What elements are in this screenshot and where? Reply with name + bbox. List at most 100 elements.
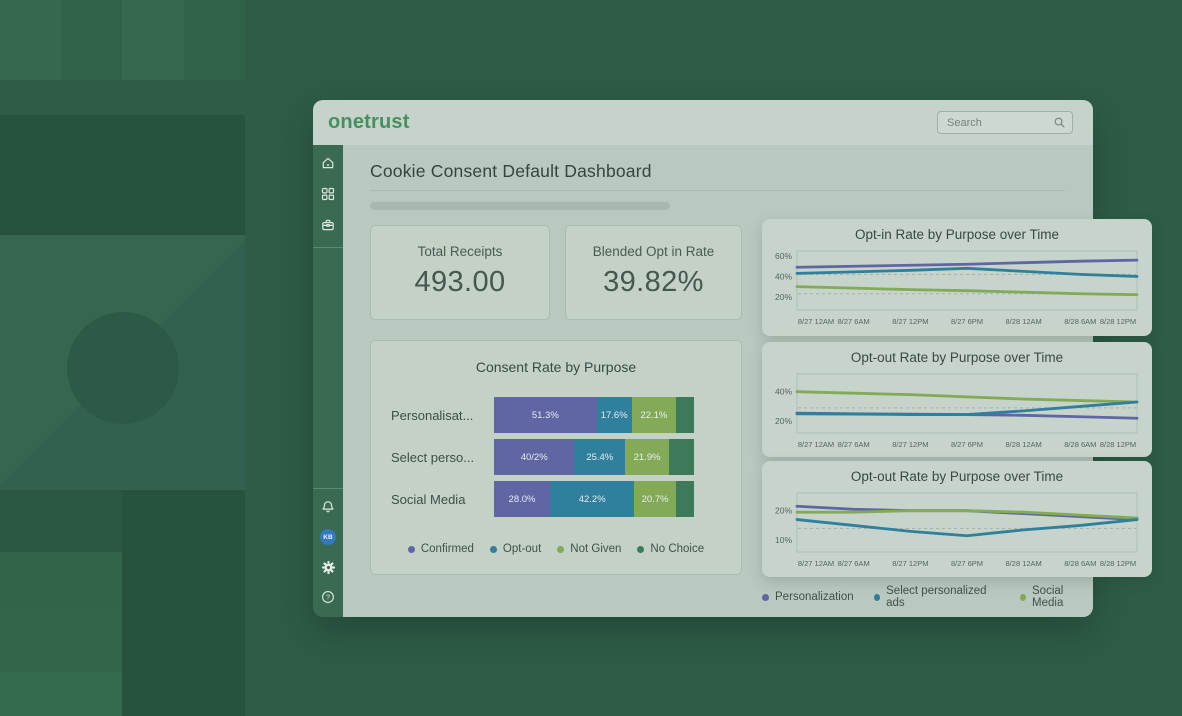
- legend-item: Not Given: [557, 543, 621, 555]
- bar-segment: 28.0%: [494, 481, 550, 517]
- legend-item: No Choice: [637, 543, 704, 555]
- bar-segment: [676, 481, 694, 517]
- stacked-bar-chart: Personalisat...51.3%17.6%22.1%Select per…: [371, 397, 741, 523]
- svg-text:20%: 20%: [775, 416, 792, 426]
- bar-segment: 21.9%: [625, 439, 669, 475]
- bar-row: Select perso...40/2% 25.4% 21.9%: [371, 439, 741, 475]
- svg-text:8/28 12PM: 8/28 12PM: [1100, 559, 1136, 568]
- loading-placeholder-bar: [370, 202, 670, 210]
- legend-label: Select personalized ads: [886, 585, 999, 609]
- svg-text:8/27 6AM: 8/27 6AM: [838, 559, 870, 568]
- kpi-label: Total Receipts: [371, 244, 549, 259]
- bar-segment: 51.3%: [494, 397, 597, 433]
- svg-text:20%: 20%: [775, 506, 792, 516]
- svg-text:8/28 6AM: 8/28 6AM: [1064, 440, 1096, 449]
- legend-dot: [762, 594, 769, 601]
- bar-segment: 17.6%: [597, 397, 632, 433]
- background-shape: [0, 490, 122, 552]
- search-input[interactable]: [945, 116, 1037, 130]
- svg-text:8/28 6AM: 8/28 6AM: [1064, 317, 1096, 326]
- kpi-value: 39.82%: [566, 266, 741, 299]
- desktop-background: onetrust KB? Cookie Consent Default Dash…: [0, 0, 1182, 716]
- grid-icon[interactable]: [320, 186, 336, 202]
- line-chart-card: Opt-out Rate by Purpose over Time40%20%8…: [762, 342, 1152, 457]
- background-shape: [122, 0, 184, 80]
- onetrust-logo: onetrust: [328, 111, 410, 134]
- line-chart-card: Opt-out Rate by Purpose over Time 20% 10% 8…: [762, 461, 1152, 577]
- legend-dot: [557, 546, 564, 553]
- bar-segment: 22.1%: [632, 397, 676, 433]
- bar-segment: 25.4%: [574, 439, 625, 475]
- svg-text:20%: 20%: [775, 292, 792, 302]
- background-shape: [0, 0, 61, 80]
- line-chart-svg: 60%40%20%8/27 12AM8/27 6AM8/27 12PM8/27 …: [762, 241, 1152, 337]
- background-shape: [0, 552, 122, 612]
- bar-row: Social Media28.0%42.2% 20.7%: [371, 481, 741, 517]
- briefcase-icon[interactable]: [320, 217, 336, 233]
- svg-text:8/28 6AM: 8/28 6AM: [1064, 559, 1096, 568]
- bar-segment: 40/2%: [494, 439, 574, 475]
- bar-track: 51.3% 17.6% 22.1%: [494, 397, 694, 433]
- legend-dot: [408, 546, 415, 553]
- svg-text:40%: 40%: [775, 271, 792, 281]
- sidebar-divider: [313, 488, 343, 489]
- sidebar-nav: KB?: [313, 145, 343, 617]
- bar-segment-label: 22.1%: [640, 410, 667, 421]
- background-shape: [0, 612, 122, 672]
- bar-row-label: Social Media: [391, 492, 494, 507]
- svg-text:8/27 12PM: 8/27 12PM: [892, 317, 928, 326]
- bar-segment: [669, 439, 694, 475]
- svg-text:?: ?: [326, 593, 330, 602]
- svg-text:8/28 12PM: 8/28 12PM: [1100, 440, 1136, 449]
- dashboard-main: Cookie Consent Default Dashboard Total R…: [343, 145, 1093, 617]
- svg-text:8/27 6PM: 8/27 6PM: [951, 559, 983, 568]
- bar-chart-legend: ConfirmedOpt-outNot GivenNo Choice: [371, 543, 741, 555]
- legend-item: Personalization: [762, 585, 854, 609]
- chart-title: Consent Rate by Purpose: [371, 359, 741, 375]
- legend-dot: [1020, 594, 1026, 601]
- svg-text:8/27 6AM: 8/27 6AM: [838, 440, 870, 449]
- svg-text:8/27 12AM: 8/27 12AM: [798, 317, 834, 326]
- chart-title: Opt-out Rate by Purpose over Time: [762, 469, 1152, 484]
- svg-text:8/27 12AM: 8/27 12AM: [798, 440, 834, 449]
- svg-text:8/27 6PM: 8/27 6PM: [951, 317, 983, 326]
- search-box[interactable]: [937, 111, 1073, 134]
- sidebar-divider: [313, 247, 343, 248]
- svg-text:40%: 40%: [775, 387, 792, 397]
- bar-segment-label: 25.4%: [586, 452, 613, 463]
- svg-text:8/27 12PM: 8/27 12PM: [892, 440, 928, 449]
- kpi-label: Blended Opt in Rate: [566, 244, 741, 259]
- background-shape: [0, 115, 245, 235]
- background-shape: [0, 672, 122, 716]
- bar-row-label: Select perso...: [391, 450, 494, 465]
- chart-title: Opt-in Rate by Purpose over Time: [762, 227, 1152, 242]
- bar-segment-label: 21.9%: [634, 452, 661, 463]
- user-avatar[interactable]: KB: [320, 529, 336, 545]
- svg-text:60%: 60%: [775, 251, 792, 261]
- home-icon[interactable]: [320, 155, 336, 171]
- legend-label: Social Media: [1032, 585, 1093, 609]
- line-charts-legend: Personalization Select personalized ads So…: [762, 585, 1093, 609]
- background-shape: [61, 0, 122, 80]
- search-icon[interactable]: [1054, 117, 1065, 128]
- svg-text:8/27 12AM: 8/27 12AM: [798, 559, 834, 568]
- kpi-card-total-receipts: Total Receipts 493.00: [370, 225, 550, 320]
- help-icon[interactable]: ?: [320, 589, 336, 605]
- bell-icon[interactable]: [320, 499, 336, 515]
- svg-text:8/27 6PM: 8/27 6PM: [951, 440, 983, 449]
- bar-track: 28.0%42.2% 20.7%: [494, 481, 694, 517]
- background-circle: [67, 312, 179, 424]
- bar-segment-label: 17.6%: [601, 410, 628, 421]
- legend-label: Confirmed: [421, 543, 474, 555]
- bar-track: 40/2% 25.4% 21.9%: [494, 439, 694, 475]
- gear-icon[interactable]: [320, 559, 336, 575]
- legend-item: Social Media: [1020, 585, 1093, 609]
- svg-text:8/28 12PM: 8/28 12PM: [1100, 317, 1136, 326]
- app-window: onetrust KB? Cookie Consent Default Dash…: [313, 100, 1093, 617]
- kpi-card-blended-opt-in-rate: Blended Opt in Rate 39.82%: [565, 225, 742, 320]
- bar-segment: 42.2%: [550, 481, 634, 517]
- svg-text:10%: 10%: [775, 535, 792, 545]
- legend-item: Confirmed: [408, 543, 474, 555]
- background-shape: [184, 0, 245, 80]
- bar-segment-label: 20.7%: [642, 494, 669, 505]
